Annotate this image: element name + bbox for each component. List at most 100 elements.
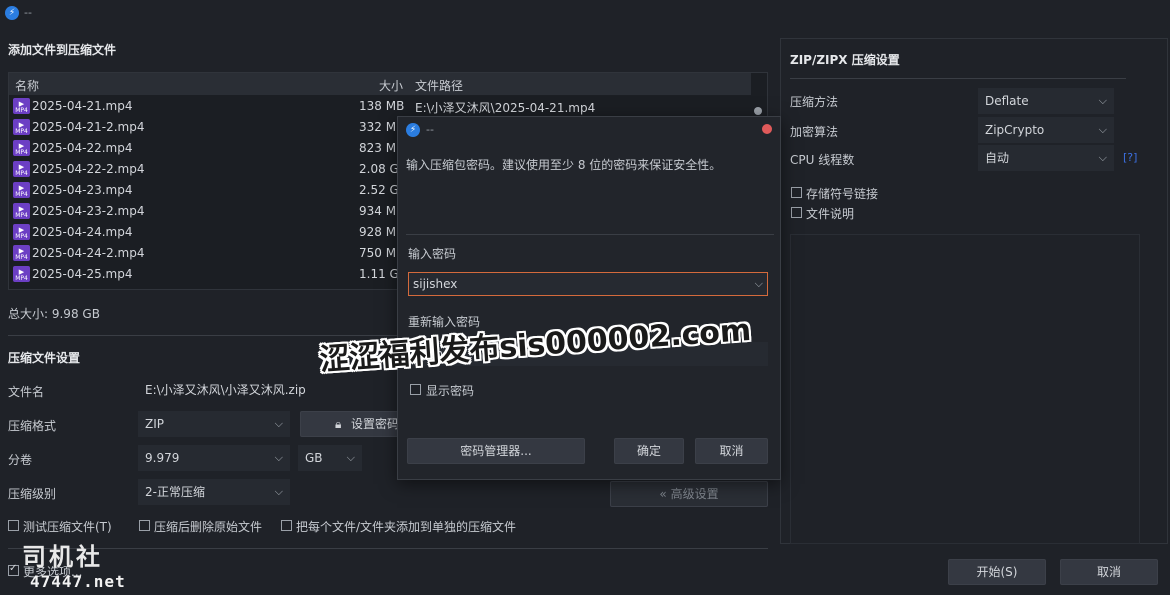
format-label: 压缩格式 (8, 419, 57, 433)
dialog-cancel-button[interactable]: 取消 (695, 438, 768, 464)
store-symlinks-label: 存储符号链接 (806, 187, 879, 201)
zip-settings-title: ZIP/ZIPX 压缩设置 (790, 53, 900, 67)
threads-select[interactable]: 自动 ⌵ (978, 145, 1114, 171)
watermark-url: 47447.net (30, 572, 126, 591)
set-password-label: 设置密码 (351, 417, 400, 431)
chevron-down-icon[interactable]: ⌵ (755, 273, 763, 295)
threads-label: CPU 线程数 (790, 153, 855, 167)
file-size: 750 MI (359, 246, 400, 260)
password-label: 输入密码 (408, 247, 457, 261)
file-name: 2025-04-25.mp4 (32, 267, 133, 281)
file-name: 2025-04-24-2.mp4 (32, 246, 145, 260)
encryption-label: 加密算法 (790, 125, 839, 139)
level-select[interactable]: 2-正常压缩 ⌵ (138, 479, 290, 505)
file-comment-checkbox[interactable] (791, 207, 802, 218)
level-label: 压缩级别 (8, 487, 57, 501)
column-size[interactable]: 大小 (379, 77, 403, 94)
file-size: 934 MI (359, 204, 400, 218)
mp4-file-icon: ▶ MP4 (13, 140, 30, 156)
mp4-file-icon: ▶ MP4 (13, 119, 30, 135)
column-path[interactable]: 文件路径 (415, 77, 463, 94)
cancel-button[interactable]: 取消 (1060, 559, 1158, 585)
app-logo-icon: ⚡ (5, 6, 19, 20)
separate-archives-checkbox[interactable] (281, 520, 292, 531)
split-unit-value: GB (305, 451, 323, 465)
scrollbar-handle[interactable] (754, 107, 762, 115)
encryption-value: ZipCrypto (985, 123, 1045, 137)
threads-value: 自动 (985, 151, 1010, 165)
password-value: sijishex (413, 277, 458, 291)
split-label: 分卷 (8, 453, 33, 467)
file-name: 2025-04-23-2.mp4 (32, 204, 145, 218)
password-dialog: ⚡ -- 输入压缩包密码。建议使用至少 8 位的密码来保证安全性。 输入密码 s… (397, 116, 781, 480)
filename-field[interactable]: E:\小泽又沐风\小泽又沐风.zip (138, 377, 398, 403)
dialog-message: 输入压缩包密码。建议使用至少 8 位的密码来保证安全性。 (406, 158, 722, 172)
file-size: 2.52 GI (359, 183, 403, 197)
file-path: E:\小泽又沐风\2025-04-21.mp4 (415, 101, 596, 115)
level-value: 2-正常压缩 (145, 485, 205, 499)
set-password-button[interactable]: 🔒︎ 设置密码 (300, 411, 400, 437)
file-size: 823 MI (359, 141, 400, 155)
chevron-down-icon: ⌵ (1098, 94, 1107, 107)
table-row[interactable]: ▶ MP4 2025-04-21.mp4 138 MB E:\小泽又沐风\2025-04… (9, 96, 751, 117)
password-manager-button[interactable]: 密码管理器... (407, 438, 585, 464)
file-comment-label: 文件说明 (806, 207, 855, 221)
column-name[interactable]: 名称 (15, 77, 39, 94)
chevron-down-icon: ⌵ (274, 485, 283, 498)
settings-section-title: 压缩文件设置 (8, 351, 81, 365)
start-button[interactable]: 开始(S) (948, 559, 1046, 585)
divider (790, 78, 1126, 79)
advanced-settings-button[interactable]: « 高级设置 (610, 481, 768, 507)
files-section-title: 添加文件到压缩文件 (8, 43, 117, 57)
mp4-file-icon: ▶ MP4 (13, 224, 30, 240)
file-comment-textarea[interactable] (790, 234, 1140, 544)
split-size-select[interactable]: 9.979 ⌵ (138, 445, 290, 471)
lock-icon: 🔒︎ (335, 417, 342, 431)
format-select[interactable]: ZIP ⌵ (138, 411, 290, 437)
show-password-checkbox[interactable] (410, 384, 421, 395)
encryption-select[interactable]: ZipCrypto ⌵ (978, 117, 1114, 143)
file-size: 928 MI (359, 225, 400, 239)
dialog-logo-icon: ⚡ (406, 123, 420, 137)
delete-after-checkbox[interactable] (139, 520, 150, 531)
window-title: -- (24, 6, 32, 19)
test-archive-checkbox[interactable] (8, 520, 19, 531)
more-options-checkbox[interactable] (8, 563, 19, 576)
file-name: 2025-04-24.mp4 (32, 225, 133, 239)
method-label: 压缩方法 (790, 95, 839, 109)
store-symlinks-checkbox[interactable] (791, 187, 802, 198)
mp4-file-icon: ▶ MP4 (13, 98, 30, 114)
chevron-down-icon: ⌵ (346, 451, 355, 464)
close-icon[interactable] (762, 124, 772, 134)
chevron-down-icon: ⌵ (1098, 123, 1107, 136)
mp4-file-icon: ▶ MP4 (13, 203, 30, 219)
mp4-file-icon: ▶ MP4 (13, 245, 30, 261)
divider (406, 234, 774, 235)
format-value: ZIP (145, 417, 164, 431)
method-select[interactable]: Deflate ⌵ (978, 88, 1114, 114)
threads-help-link[interactable]: [?] (1123, 151, 1137, 164)
split-size-value: 9.979 (145, 451, 180, 465)
mp4-file-icon: ▶ MP4 (13, 161, 30, 177)
title-bar: ⚡ -- (0, 0, 1170, 28)
file-size: 2.08 G (359, 162, 399, 176)
show-password-label: 显示密码 (426, 384, 475, 398)
dialog-title: -- (426, 123, 434, 136)
split-unit-select[interactable]: GB ⌵ (298, 445, 362, 471)
file-name: 2025-04-21-2.mp4 (32, 120, 145, 134)
test-archive-label: 测试压缩文件(T) (23, 520, 112, 534)
password-input[interactable]: sijishex ⌵ (408, 272, 768, 296)
file-name: 2025-04-22-2.mp4 (32, 162, 145, 176)
file-name: 2025-04-23.mp4 (32, 183, 133, 197)
file-name: 2025-04-21.mp4 (32, 99, 133, 113)
total-size: 总大小: 9.98 GB (8, 307, 100, 321)
mp4-file-icon: ▶ MP4 (13, 266, 30, 282)
chevron-down-icon: ⌵ (1098, 151, 1107, 164)
ok-button[interactable]: 确定 (614, 438, 684, 464)
delete-after-label: 压缩后删除原始文件 (154, 520, 263, 534)
file-size: 1.11 GI (359, 267, 403, 281)
file-size: 138 MB (359, 99, 405, 113)
separate-archives-label: 把每个文件/文件夹添加到单独的压缩文件 (296, 520, 517, 534)
method-value: Deflate (985, 94, 1029, 108)
chevron-down-icon: ⌵ (274, 417, 283, 430)
